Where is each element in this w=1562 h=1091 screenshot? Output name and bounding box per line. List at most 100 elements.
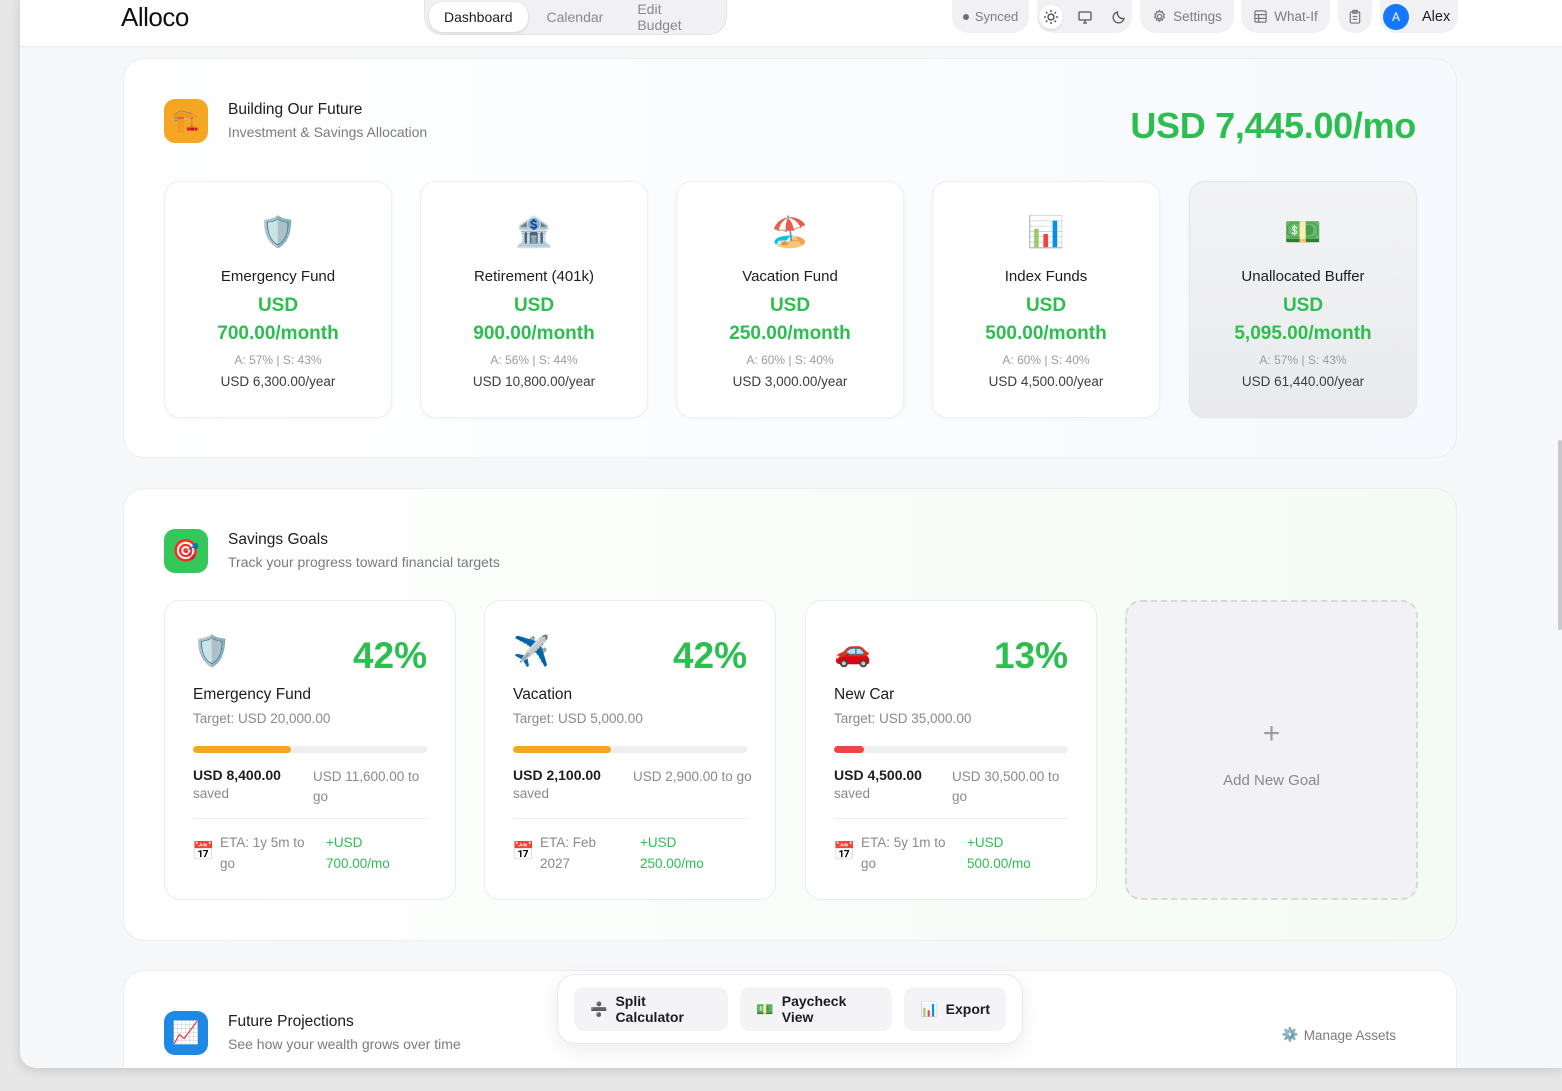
- app-logo[interactable]: Alloco: [121, 2, 189, 33]
- top-bar: Alloco Dashboard Calendar Edit Budget Sy…: [20, 0, 1562, 47]
- alloc-card-currency: USD: [257, 295, 299, 316]
- tab-dashboard[interactable]: Dashboard: [429, 2, 528, 32]
- paycheck-view-button[interactable]: 💵 Paycheck View: [740, 987, 893, 1031]
- alloc-card-yearly: USD 3,000.00/year: [732, 374, 848, 389]
- layout-icon: [1254, 10, 1267, 23]
- main-nav-tabs: Dashboard Calendar Edit Budget: [424, 0, 727, 35]
- alloc-card-unallocated-buffer[interactable]: 💵 Unallocated Buffer USD 5,095.00/month …: [1189, 181, 1417, 418]
- theme-switcher: [1037, 0, 1132, 33]
- airplane-icon: ✈️: [513, 635, 551, 668]
- what-if-button[interactable]: What-If: [1241, 0, 1330, 33]
- clipboard-button[interactable]: [1338, 0, 1372, 33]
- alloc-card-currency: USD: [1025, 295, 1067, 316]
- alloc-card-yearly: USD 6,300.00/year: [220, 374, 336, 389]
- user-name: Alex: [1422, 8, 1451, 25]
- divider: [513, 818, 747, 819]
- alloc-card-amount: 900.00/month: [473, 323, 595, 344]
- settings-button[interactable]: Settings: [1140, 0, 1234, 33]
- gear-icon: ⚙️: [1281, 1027, 1299, 1042]
- export-button[interactable]: 📊 Export: [904, 987, 1006, 1031]
- goal-percent: 42%: [352, 635, 427, 676]
- split-calculator-label: Split Calculator: [615, 993, 684, 1025]
- alloc-card-emergency-fund[interactable]: 🛡️ Emergency Fund USD 700.00/month A: 57…: [164, 181, 392, 418]
- tab-calendar[interactable]: Calendar: [532, 2, 619, 32]
- goal-saved-label: saved: [834, 786, 871, 801]
- avatar: A: [1383, 3, 1409, 30]
- goal-progress-fill: [513, 746, 612, 753]
- what-if-label: What-If: [1274, 9, 1318, 24]
- chart-increasing-icon: 📈: [164, 1011, 208, 1055]
- goal-target: Target: USD 5,000.00: [513, 711, 643, 726]
- alloc-card-split: A: 57% | S: 43%: [1259, 353, 1347, 367]
- alloc-card-yearly: USD 4,500.00/year: [988, 374, 1104, 389]
- alloc-card-name: Emergency Fund: [220, 268, 336, 285]
- goal-saved-value: USD 2,100.00: [513, 767, 601, 783]
- tab-edit-budget[interactable]: Edit Budget: [622, 0, 722, 40]
- projections-title: Future Projections: [228, 1013, 354, 1030]
- manage-assets-button[interactable]: ⚙️ Manage Assets: [1282, 1027, 1396, 1043]
- alloc-card-amount: 250.00/month: [729, 323, 851, 344]
- goal-remaining: USD 11,600.00 to go: [313, 769, 420, 804]
- goal-progress-bar: [193, 746, 427, 753]
- car-icon: 🚗: [834, 635, 872, 668]
- alloc-card-index-funds[interactable]: 📊 Index Funds USD 500.00/month A: 60% | …: [932, 181, 1160, 418]
- allocation-section: 🏗️ Building Our Future Investment & Savi…: [123, 58, 1457, 458]
- projections-subtitle: See how your wealth grows over time: [228, 1036, 461, 1052]
- goal-progress-fill: [834, 746, 865, 753]
- plus-icon: +: [1262, 717, 1281, 750]
- split-calculator-button[interactable]: ➗ Split Calculator: [574, 987, 729, 1031]
- goal-saved-value: USD 4,500.00: [834, 767, 922, 783]
- divide-icon: ➗: [590, 1000, 608, 1017]
- construction-icon: 🏗️: [164, 99, 208, 143]
- goal-card-emergency-fund[interactable]: 🛡️ 42% Emergency Fund Target: USD 20,000…: [164, 600, 456, 900]
- goal-name: Vacation: [513, 686, 573, 703]
- gear-icon: [1153, 9, 1166, 23]
- goal-percent: 13%: [993, 635, 1068, 676]
- alloc-card-split: A: 57% | S: 43%: [234, 353, 322, 367]
- allocation-total: USD 7,445.00/mo: [1130, 105, 1416, 146]
- goal-card-new-car[interactable]: 🚗 13% New Car Target: USD 35,000.00 USD …: [805, 600, 1097, 900]
- goal-progress-bar: [834, 746, 1068, 753]
- goal-name: Emergency Fund: [193, 686, 312, 703]
- goal-progress-fill: [193, 746, 292, 753]
- goals-subtitle: Track your progress toward financial tar…: [228, 554, 500, 570]
- sync-status: Synced: [952, 0, 1029, 33]
- scrollbar[interactable]: [1558, 440, 1562, 630]
- moon-icon[interactable]: [1107, 5, 1131, 29]
- goal-remaining: USD 30,500.00 to go: [952, 769, 1060, 804]
- bank-icon: 🏦: [515, 216, 553, 249]
- alloc-card-yearly: USD 61,440.00/year: [1241, 374, 1365, 389]
- settings-label: Settings: [1173, 9, 1222, 24]
- clipboard-icon: [1349, 9, 1361, 24]
- target-icon: 🎯: [164, 529, 208, 573]
- goal-saved: USD 2,100.00 saved: [513, 767, 623, 801]
- goal-contribution: +USD 500.00/mo: [967, 835, 1031, 871]
- alloc-card-retirement[interactable]: 🏦 Retirement (401k) USD 900.00/month A: …: [420, 181, 648, 418]
- goal-progress-bar: [513, 746, 747, 753]
- shield-icon: 🛡️: [259, 216, 297, 249]
- goal-percent: 42%: [672, 635, 747, 676]
- add-new-goal-button[interactable]: + Add New Goal: [1125, 600, 1418, 900]
- alloc-card-split: A: 56% | S: 44%: [490, 353, 578, 367]
- calendar-icon: 📅: [192, 841, 215, 861]
- calendar-icon: 📅: [833, 841, 856, 861]
- alloc-card-name: Vacation Fund: [742, 268, 838, 285]
- alloc-card-name: Unallocated Buffer: [1241, 268, 1365, 285]
- goal-card-vacation[interactable]: ✈️ 42% Vacation Target: USD 5,000.00 USD…: [484, 600, 776, 900]
- goal-saved: USD 4,500.00 saved: [834, 767, 944, 801]
- goal-saved-label: saved: [513, 786, 550, 801]
- divider: [193, 818, 427, 819]
- goal-eta: ETA: 5y 1m to go: [861, 835, 946, 871]
- alloc-card-currency: USD: [1282, 295, 1324, 316]
- alloc-card-vacation-fund[interactable]: 🏖️ Vacation Fund USD 250.00/month A: 60%…: [676, 181, 904, 418]
- user-menu[interactable]: A Alex: [1380, 0, 1458, 33]
- goal-saved-value: USD 8,400.00: [193, 767, 281, 783]
- alloc-card-name: Index Funds: [1004, 268, 1088, 285]
- goal-eta: ETA: Feb 2027: [540, 835, 597, 871]
- paycheck-view-label: Paycheck View: [781, 993, 847, 1025]
- goal-saved-label: saved: [193, 786, 230, 801]
- shield-icon: 🛡️: [193, 635, 231, 668]
- monitor-icon[interactable]: [1073, 5, 1097, 29]
- sun-icon[interactable]: [1038, 4, 1063, 29]
- add-new-goal-label: Add New Goal: [1223, 772, 1320, 789]
